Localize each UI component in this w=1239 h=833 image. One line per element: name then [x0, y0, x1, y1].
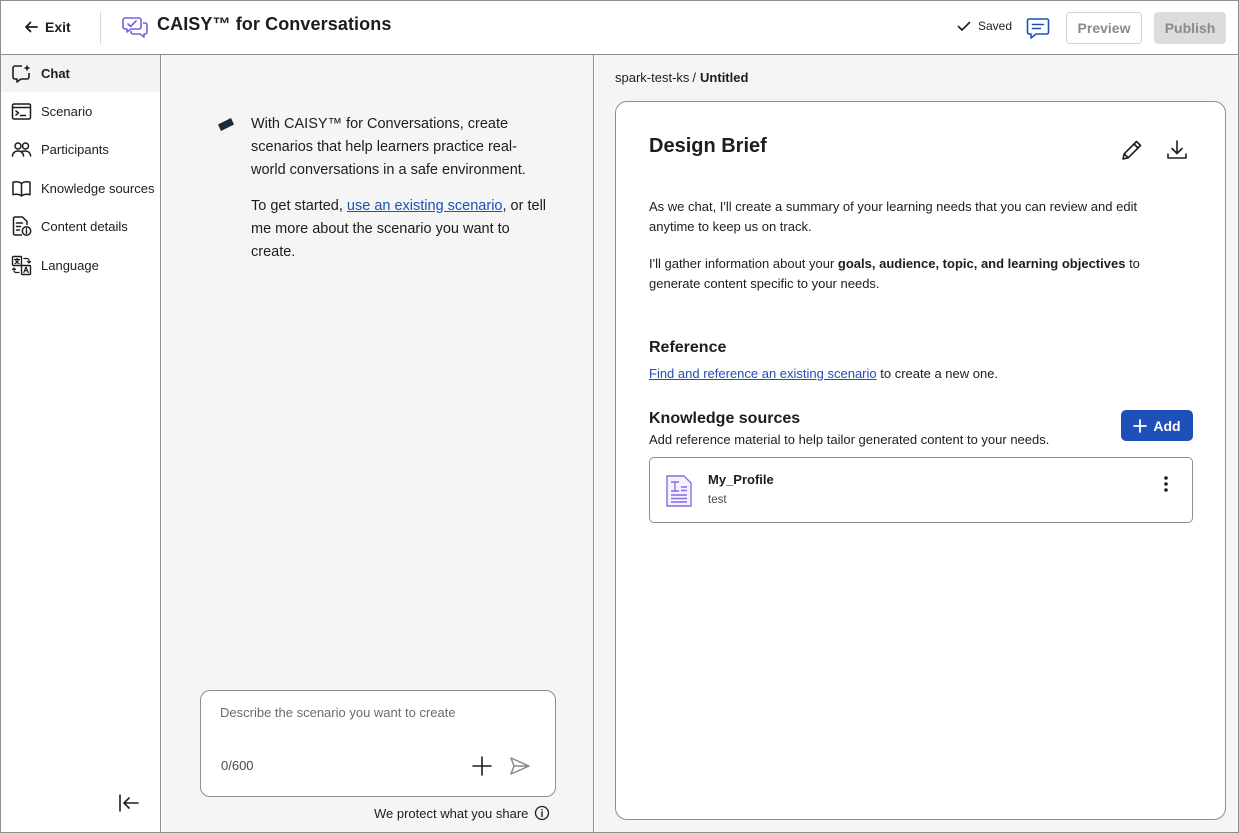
knowledge-source-item[interactable]: My_Profile test: [649, 457, 1193, 523]
privacy-note-label: We protect what you share: [374, 805, 529, 821]
translate-icon: [11, 255, 32, 276]
sidebar-item-participants[interactable]: Participants: [1, 131, 160, 168]
message-composer: 0/600: [200, 690, 556, 797]
plus-icon: [1133, 418, 1148, 433]
intro-prefix: To get started,: [251, 198, 347, 214]
sidebar-item-content-details[interactable]: Content details: [1, 208, 160, 245]
reference-title: Reference: [649, 339, 727, 356]
reference-suffix: to create a new one.: [876, 366, 999, 381]
reference-line: Find and reference an existing scenario …: [649, 366, 998, 381]
saved-status: Saved: [956, 18, 1012, 34]
add-knowledge-source-button[interactable]: Add: [1121, 410, 1193, 441]
terminal-window-icon: [11, 103, 32, 120]
sidebar-item-label: Language: [41, 258, 99, 273]
breadcrumb-current: Untitled: [700, 70, 749, 85]
source-description: test: [708, 494, 727, 506]
arrow-left-icon: [25, 21, 38, 33]
sidebar-item-label: Scenario: [41, 104, 93, 119]
brief-gather-paragraph: I'll gather information about your goals…: [649, 254, 1169, 293]
design-brief-pane: spark-test-ks / Untitled Design Brief As w…: [595, 55, 1238, 832]
saved-label: Saved: [978, 19, 1013, 33]
find-existing-scenario-link[interactable]: Find and reference an existing scenario: [649, 366, 877, 381]
top-bar: Exit CAISY™ for Conversations Saved Prev…: [1, 1, 1238, 55]
exit-button[interactable]: Exit: [23, 15, 71, 39]
sidebar-item-language[interactable]: Language: [1, 247, 160, 284]
sidebar-item-chat[interactable]: Chat: [1, 55, 160, 92]
chat-sparkle-icon: [12, 64, 31, 83]
use-existing-scenario-link[interactable]: use an existing scenario: [347, 198, 503, 214]
comment-icon[interactable]: [1025, 15, 1051, 41]
intro-paragraph-1: With CAISY™ for Conversations, create sc…: [251, 116, 526, 178]
chat-bubbles-icon: [122, 17, 148, 38]
exit-label: Exit: [45, 19, 71, 35]
breadcrumb-separator: /: [692, 70, 697, 85]
character-counter: 0/600: [221, 758, 254, 773]
knowledge-sources-title: Knowledge sources: [649, 410, 801, 427]
preview-button[interactable]: Preview: [1066, 12, 1142, 44]
knowledge-sources-description: Add reference material to help tailor ge…: [649, 432, 1050, 447]
header-divider: [100, 12, 101, 44]
sidebar-item-label: Chat: [41, 66, 70, 81]
checkmark-icon: [957, 21, 971, 31]
people-icon: [11, 142, 32, 157]
breadcrumb-parent[interactable]: spark-test-ks: [615, 70, 689, 85]
send-icon[interactable]: [508, 754, 532, 778]
pencil-icon[interactable]: [1119, 137, 1145, 163]
page-title: Design Brief: [649, 135, 767, 157]
brief-intro-paragraph: As we chat, I'll create a summary of you…: [649, 199, 1138, 234]
collapse-sidebar-icon[interactable]: [117, 791, 141, 815]
intro-paragraph-2: To get started, use an existing scenario…: [251, 195, 551, 264]
book-open-icon: [12, 181, 31, 197]
download-icon[interactable]: [1164, 137, 1190, 163]
more-options-icon[interactable]: [1156, 474, 1176, 494]
app-title: CAISY™ for Conversations: [157, 14, 392, 34]
scenario-input[interactable]: [220, 705, 536, 745]
sidebar-item-scenario[interactable]: Scenario: [1, 93, 160, 130]
sidebar-item-label: Knowledge sources: [41, 181, 155, 196]
source-name: My_Profile: [708, 472, 774, 487]
privacy-note: We protect what you share: [374, 805, 550, 821]
design-brief-card: Design Brief As we chat, I'll create a s…: [615, 101, 1226, 820]
brief-gather-emphasis: goals, audience, topic, and learning obj…: [837, 256, 1126, 271]
sidebar-item-label: Participants: [41, 142, 109, 157]
document-info-icon: [12, 216, 32, 236]
brief-gather-prefix: I'll gather information about your: [649, 256, 838, 271]
sidebar: Chat Scenario Participants Knowledge sou…: [1, 55, 161, 832]
sidebar-item-knowledge-sources[interactable]: Knowledge sources: [1, 170, 160, 207]
caisy-logo-icon: [218, 118, 234, 131]
breadcrumb: spark-test-ks / Untitled: [615, 70, 748, 85]
intro-message: With CAISY™ for Conversations, create sc…: [251, 113, 551, 264]
publish-button[interactable]: Publish: [1154, 12, 1226, 44]
add-button-label: Add: [1153, 417, 1181, 434]
chat-panel: With CAISY™ for Conversations, create sc…: [162, 55, 594, 832]
text-document-icon: [666, 475, 692, 507]
plus-icon[interactable]: [470, 754, 494, 778]
info-icon[interactable]: [534, 805, 550, 821]
sidebar-item-label: Content details: [41, 219, 128, 234]
